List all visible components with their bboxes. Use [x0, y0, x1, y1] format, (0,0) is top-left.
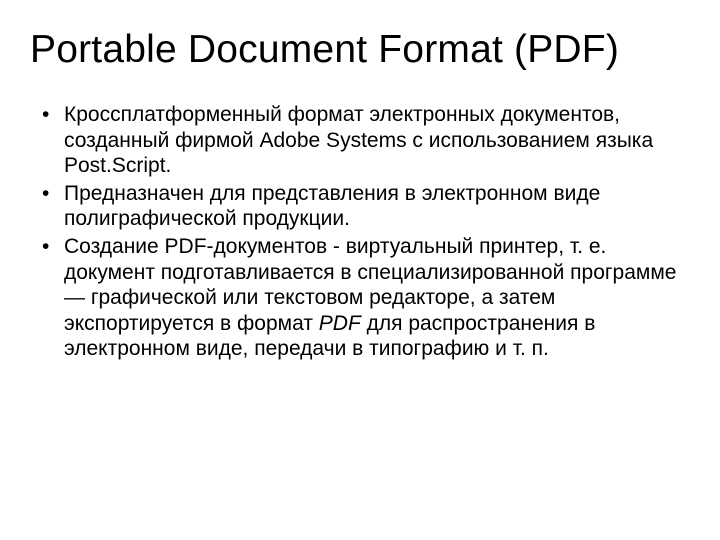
list-item: • Кроссплатформенный формат электронных …: [30, 102, 690, 179]
bullet-marker: •: [30, 234, 64, 260]
slide-title: Portable Document Format (PDF): [30, 28, 690, 72]
text-run-italic: PDF: [319, 312, 361, 335]
list-item-text: Создание PDF-документов - виртуальный пр…: [64, 234, 690, 362]
bullet-marker: •: [30, 181, 64, 207]
bullet-marker: •: [30, 102, 64, 128]
list-item-text: Предназначен для представления в электро…: [64, 181, 690, 232]
list-item: • Создание PDF-документов - виртуальный …: [30, 234, 690, 362]
bullet-list: • Кроссплатформенный формат электронных …: [30, 102, 690, 362]
list-item: • Предназначен для представления в элект…: [30, 181, 690, 232]
list-item-text: Кроссплатформенный формат электронных до…: [64, 102, 690, 179]
